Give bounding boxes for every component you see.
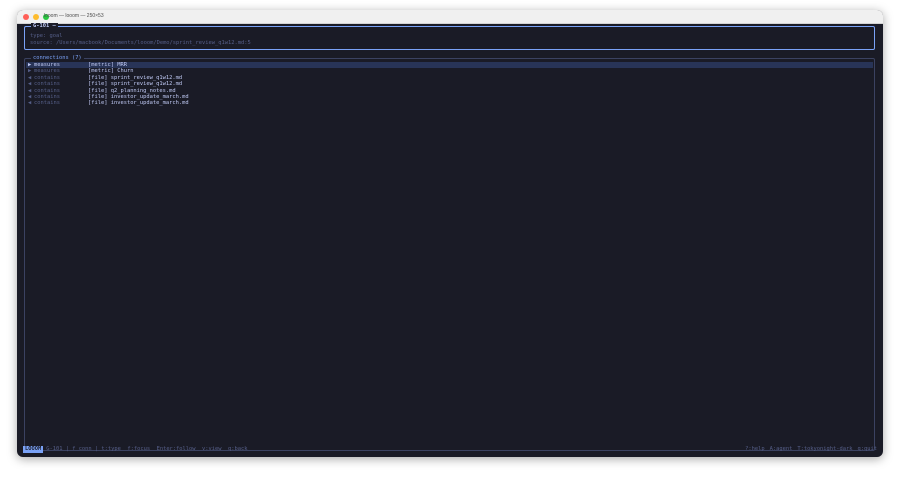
status-bar: LOOOM G-101 | f conn | t:type f:focus En…: [17, 446, 883, 453]
connection-relation: contains: [34, 94, 60, 101]
node-source: source: /Users/macbook/Documents/looom/D…: [30, 40, 251, 46]
connections-title: connections (7): [31, 55, 84, 62]
node-id: G-101 —: [31, 23, 58, 30]
agent-shortcut[interactable]: A:agent: [770, 446, 793, 452]
connection-target: [file] sprint_review_q1w12.md: [88, 74, 183, 81]
outgoing-arrow-icon: ▶: [28, 62, 32, 69]
status-shortcuts: ?:help A:agent T:tokyonight-dark q:quit: [745, 446, 877, 452]
mode-badge: LOOOM: [23, 446, 44, 453]
connection-target: [file] sprint_review_q1w12.md: [88, 81, 183, 88]
help-shortcut[interactable]: ?:help: [745, 446, 764, 452]
close-window-button[interactable]: [23, 13, 29, 20]
connection-relation: measures: [34, 68, 60, 75]
connection-row[interactable]: ◀ contains [file] investor_update_march.…: [26, 100, 873, 106]
incoming-arrow-icon: ◀: [28, 81, 32, 88]
incoming-arrow-icon: ◀: [28, 100, 32, 107]
incoming-arrow-icon: ◀: [28, 94, 32, 101]
connection-target: [file] q2_planning_notes.md: [88, 87, 176, 94]
minimize-window-button[interactable]: [33, 13, 39, 20]
incoming-arrow-icon: ◀: [28, 87, 32, 94]
connections-panel: connections (7) ▶ measures [metric] MRR …: [24, 55, 875, 451]
node-detail-panel: G-101 — type: goal source: /Users/macboo…: [24, 23, 875, 50]
node-type: type: goal: [30, 33, 63, 39]
connection-target: [file] investor_update_march.md: [88, 100, 189, 107]
connection-target: [metric] Churn: [88, 68, 134, 75]
outgoing-arrow-icon: ▶: [28, 68, 32, 75]
theme-shortcut[interactable]: T:tokyonight-dark: [797, 446, 852, 452]
title-bar: looom — looom — 250×53: [17, 10, 883, 24]
connection-relation: contains: [34, 74, 60, 81]
connection-relation: contains: [34, 100, 60, 107]
quit-shortcut[interactable]: q:quit: [858, 446, 877, 452]
terminal-content: G-101 — type: goal source: /Users/macboo…: [17, 23, 883, 457]
connection-relation: contains: [34, 87, 60, 94]
status-breadcrumb: G-101 | f conn | t:type f:focus Enter:fo…: [46, 446, 248, 453]
window-title: looom — looom — 250×53: [44, 13, 104, 19]
incoming-arrow-icon: ◀: [28, 74, 32, 81]
connection-relation: contains: [34, 81, 60, 88]
connection-relation: measures: [34, 62, 60, 69]
connections-list: ▶ measures [metric] MRR ▶ measures [metr…: [26, 62, 873, 107]
terminal-window: looom — looom — 250×53 G-101 — type: goa…: [17, 10, 883, 457]
connection-target: [metric] MRR: [88, 62, 127, 69]
connection-target: [file] investor_update_march.md: [88, 94, 189, 101]
